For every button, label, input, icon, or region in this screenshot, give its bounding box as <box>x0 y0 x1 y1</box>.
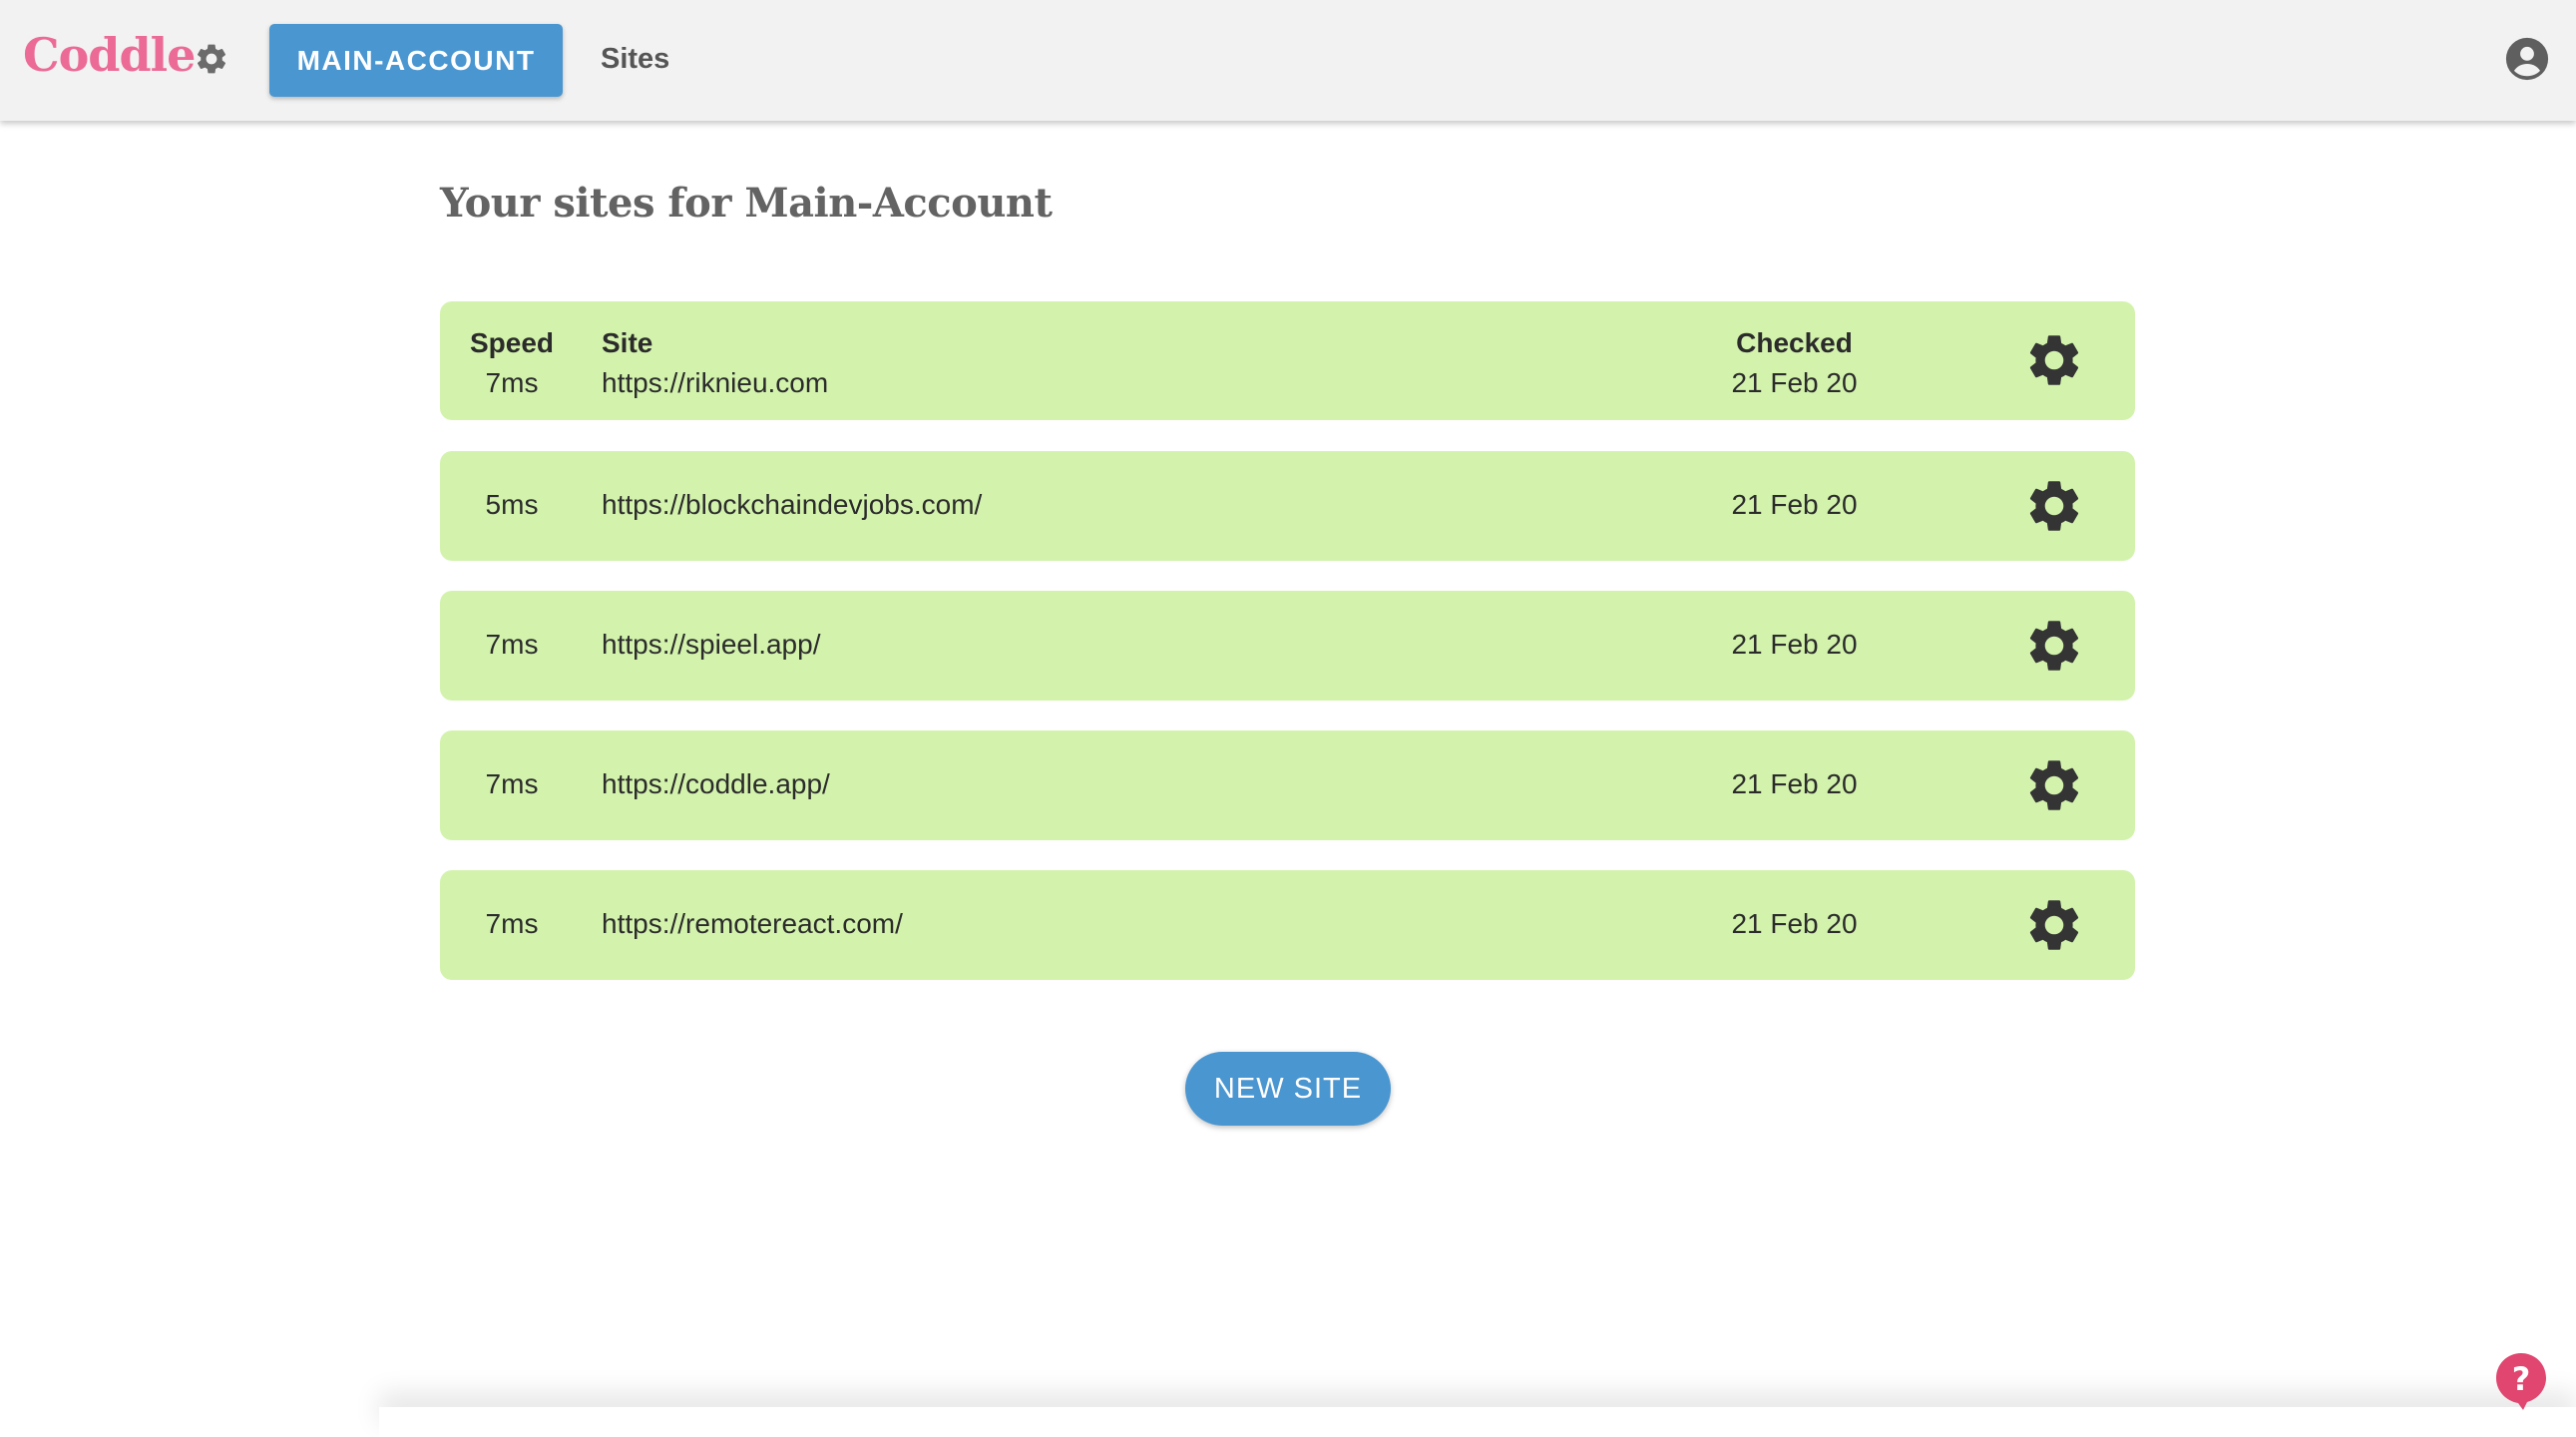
site-speed: 7ms <box>485 768 539 799</box>
gear-icon[interactable] <box>194 41 229 77</box>
gear-icon[interactable] <box>2023 894 2085 956</box>
site-checked-date: 21 Feb 20 <box>1731 908 1858 939</box>
gear-icon[interactable] <box>2023 615 2085 677</box>
site-checked-date: 21 Feb 20 <box>1731 768 1858 799</box>
gear-icon[interactable] <box>2023 329 2085 391</box>
new-site-button[interactable]: NEW SITE <box>1185 1052 1391 1126</box>
site-row[interactable]: 7ms https://spieel.app/ 21 Feb 20 <box>440 591 2135 701</box>
speed-column-header: Speed <box>469 327 555 358</box>
checked-column-header: Checked <box>1736 327 1853 358</box>
site-speed: 7ms <box>485 629 539 660</box>
nav-sites-link[interactable]: Sites <box>601 43 669 76</box>
account-circle-icon[interactable] <box>2504 36 2550 82</box>
site-url[interactable]: https://blockchaindevjobs.com/ <box>602 489 982 521</box>
gear-icon[interactable] <box>2023 475 2085 537</box>
site-checked-date: 21 Feb 20 <box>1731 489 1858 520</box>
site-checked-date: 21 Feb 20 <box>1731 367 1858 398</box>
main-account-button[interactable]: MAIN-ACCOUNT <box>269 24 563 97</box>
site-row[interactable]: Speed Site Checked 7ms https://riknieu.c… <box>440 301 2135 420</box>
site-url[interactable]: https://remotereact.com/ <box>602 908 903 940</box>
site-url[interactable]: https://coddle.app/ <box>602 768 830 800</box>
top-app-bar: Coddle MAIN-ACCOUNT Sites <box>0 0 2576 121</box>
site-url[interactable]: https://spieel.app/ <box>602 629 820 661</box>
brand-logo[interactable]: Coddle <box>23 28 196 82</box>
site-row[interactable]: 7ms https://coddle.app/ 21 Feb 20 <box>440 730 2135 840</box>
site-row[interactable]: 7ms https://remotereact.com/ 21 Feb 20 <box>440 870 2135 980</box>
site-speed: 7ms <box>485 908 539 939</box>
site-url[interactable]: https://riknieu.com <box>602 367 828 399</box>
site-speed: 5ms <box>485 489 539 520</box>
svg-text:?: ? <box>2512 1360 2531 1398</box>
help-bubble-icon[interactable]: ? <box>2494 1351 2548 1411</box>
site-speed: 7ms <box>485 367 539 398</box>
site-column-header: Site <box>602 327 653 358</box>
footer-panel <box>379 1407 2576 1437</box>
page-title: Your sites for Main-Account <box>440 180 1053 227</box>
site-checked-date: 21 Feb 20 <box>1731 629 1858 660</box>
gear-icon[interactable] <box>2023 754 2085 816</box>
site-row[interactable]: 5ms https://blockchaindevjobs.com/ 21 Fe… <box>440 451 2135 561</box>
